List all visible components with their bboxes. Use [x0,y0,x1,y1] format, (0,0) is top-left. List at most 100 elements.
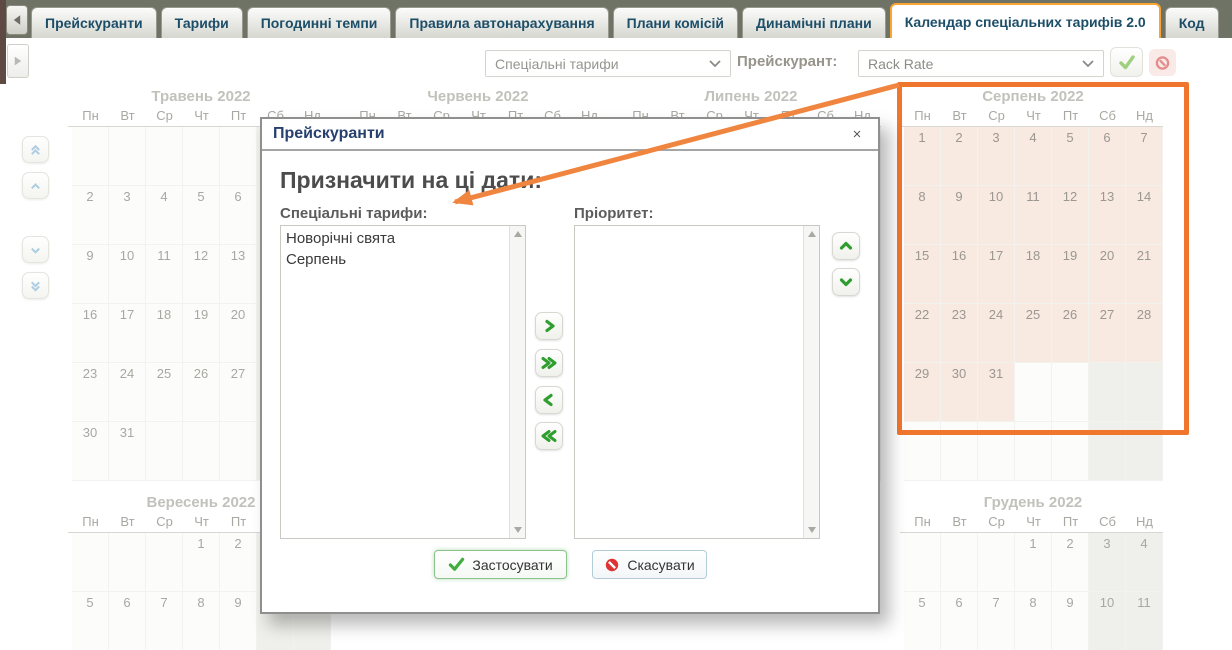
day-cell-21[interactable]: 21 [1126,245,1163,304]
cancel-button[interactable]: Скасувати [592,550,707,579]
day-cell-9[interactable]: 9 [1052,592,1089,650]
day-cell-30[interactable]: 30 [72,422,109,481]
day-cell-empty[interactable] [1089,422,1126,481]
day-cell-2[interactable]: 2 [220,533,257,592]
day-cell-2[interactable]: 2 [941,127,978,186]
scroll-up-icon[interactable] [808,231,816,237]
tab-1[interactable]: Прейскуранти [31,7,157,38]
day-cell-19[interactable]: 19 [1052,245,1089,304]
day-cell-empty[interactable] [941,422,978,481]
day-cell-empty[interactable] [1126,363,1163,422]
listbox-scrollbar[interactable] [803,226,819,538]
day-cell-9[interactable]: 9 [220,592,257,650]
calendar-scroll-last-button[interactable] [22,272,49,299]
day-cell-10[interactable]: 10 [109,245,146,304]
day-cell-7[interactable]: 7 [978,592,1015,650]
day-cell-empty[interactable] [220,127,257,186]
tab-5[interactable]: Плани комісій [613,7,738,38]
day-cell-6[interactable]: 6 [1089,127,1126,186]
day-cell-2[interactable]: 2 [1052,533,1089,592]
day-cell-empty[interactable] [1052,422,1089,481]
move-all-right-button[interactable] [535,349,563,377]
day-cell-7[interactable]: 7 [146,592,183,650]
day-cell-empty[interactable] [183,127,220,186]
apply-button[interactable]: Застосувати [434,550,567,579]
calendar-scroll-next-button[interactable] [22,236,49,263]
day-cell-18[interactable]: 18 [146,304,183,363]
day-cell-empty[interactable] [1015,422,1052,481]
day-cell-5[interactable]: 5 [1052,127,1089,186]
calendar-scroll-first-button[interactable] [22,136,49,163]
day-cell-6[interactable]: 6 [220,186,257,245]
day-cell-1[interactable]: 1 [183,533,220,592]
day-cell-11[interactable]: 11 [146,245,183,304]
day-cell-8[interactable]: 8 [183,592,220,650]
priority-down-button[interactable] [832,268,860,296]
day-cell-empty[interactable] [941,533,978,592]
day-cell-27[interactable]: 27 [220,363,257,422]
calendar-scroll-prev-button[interactable] [22,172,49,199]
day-cell-11[interactable]: 11 [1015,186,1052,245]
day-cell-empty[interactable] [183,422,220,481]
day-cell-empty[interactable] [904,422,941,481]
day-cell-26[interactable]: 26 [1052,304,1089,363]
day-cell-23[interactable]: 23 [941,304,978,363]
day-cell-empty[interactable] [146,422,183,481]
rate-type-select[interactable]: Спеціальні тарифи [485,50,731,77]
day-cell-4[interactable]: 4 [146,186,183,245]
tab-7-active[interactable]: Календар спеціальних тарифів 2.0 [890,3,1161,38]
day-cell-22[interactable]: 22 [904,304,941,363]
day-cell-empty[interactable] [146,533,183,592]
scroll-down-icon[interactable] [514,527,522,533]
day-cell-28[interactable]: 28 [1126,304,1163,363]
day-cell-12[interactable]: 12 [1052,186,1089,245]
day-cell-26[interactable]: 26 [183,363,220,422]
day-cell-16[interactable]: 16 [72,304,109,363]
day-cell-18[interactable]: 18 [1015,245,1052,304]
day-cell-17[interactable]: 17 [109,304,146,363]
tab-8[interactable]: Код [1165,7,1219,38]
day-cell-8[interactable]: 8 [904,186,941,245]
day-cell-13[interactable]: 13 [220,245,257,304]
move-right-button[interactable] [535,312,563,340]
day-cell-23[interactable]: 23 [72,363,109,422]
priority-listbox[interactable] [574,225,820,539]
price-list-select[interactable]: Rack Rate [858,50,1104,77]
day-cell-empty[interactable] [72,127,109,186]
day-cell-empty[interactable] [978,422,1015,481]
day-cell-10[interactable]: 10 [978,186,1015,245]
day-cell-empty[interactable] [1089,363,1126,422]
scroll-down-icon[interactable] [808,527,816,533]
day-cell-27[interactable]: 27 [1089,304,1126,363]
day-cell-17[interactable]: 17 [978,245,1015,304]
move-all-left-button[interactable] [535,422,563,450]
priority-up-button[interactable] [832,232,860,260]
day-cell-empty[interactable] [1015,363,1052,422]
day-cell-5[interactable]: 5 [904,592,941,650]
sidebar-expander-button[interactable] [7,44,29,78]
day-cell-7[interactable]: 7 [1126,127,1163,186]
day-cell-9[interactable]: 9 [72,245,109,304]
day-cell-19[interactable]: 19 [183,304,220,363]
day-cell-empty[interactable] [1126,422,1163,481]
day-cell-empty[interactable] [978,533,1015,592]
day-cell-6[interactable]: 6 [941,592,978,650]
list-item[interactable]: Серпень [286,249,504,270]
tab-4[interactable]: Правила автонарахування [395,7,608,38]
tab-scroll-left-button[interactable] [6,5,28,35]
day-cell-11[interactable]: 11 [1126,592,1163,650]
confirm-button[interactable] [1110,47,1143,77]
day-cell-24[interactable]: 24 [978,304,1015,363]
listbox-scrollbar[interactable] [509,226,525,538]
day-cell-6[interactable]: 6 [109,592,146,650]
scroll-up-icon[interactable] [514,231,522,237]
day-cell-5[interactable]: 5 [72,592,109,650]
special-rates-listbox[interactable]: Новорічні святаСерпень [280,225,526,539]
tab-6[interactable]: Динамічні плани [742,7,886,38]
day-cell-20[interactable]: 20 [220,304,257,363]
day-cell-empty[interactable] [904,533,941,592]
day-cell-empty[interactable] [109,127,146,186]
day-cell-empty[interactable] [1052,363,1089,422]
day-cell-3[interactable]: 3 [978,127,1015,186]
day-cell-20[interactable]: 20 [1089,245,1126,304]
